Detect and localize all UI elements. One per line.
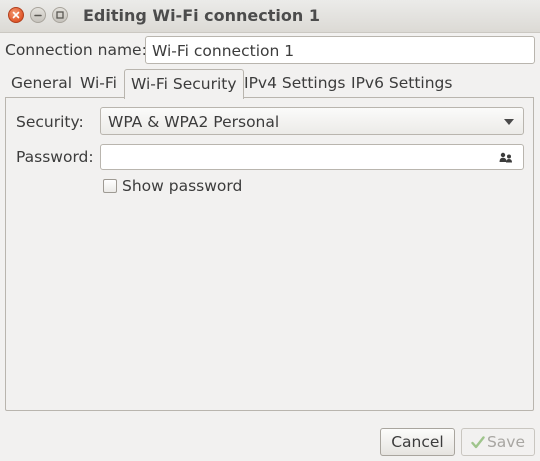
close-icon (12, 11, 20, 19)
connection-name-input[interactable]: Wi-Fi connection 1 (145, 36, 535, 64)
title-bar: Editing Wi-Fi connection 1 (0, 0, 540, 33)
security-selected-value: WPA & WPA2 Personal (108, 113, 280, 131)
window-title: Editing Wi-Fi connection 1 (83, 6, 320, 25)
tab-general[interactable]: General (5, 69, 78, 97)
tab-wifi-security[interactable]: Wi-Fi Security (124, 69, 244, 99)
minimize-button[interactable] (30, 7, 46, 23)
users-icon[interactable] (499, 152, 513, 163)
tab-ipv6-settings[interactable]: IPv6 Settings (345, 69, 458, 97)
password-label: Password: (16, 148, 94, 166)
password-input[interactable] (100, 144, 524, 170)
security-dropdown[interactable]: WPA & WPA2 Personal (100, 107, 524, 135)
save-button-label: Save (486, 433, 526, 451)
save-button[interactable]: Save (461, 428, 535, 456)
maximize-icon (56, 11, 64, 19)
tab-ipv4-settings[interactable]: IPv4 Settings (238, 69, 351, 97)
minimize-icon (34, 14, 42, 17)
chevron-down-icon (504, 119, 514, 125)
checkmark-icon (471, 436, 485, 449)
tab-wifi[interactable]: Wi-Fi (74, 69, 123, 97)
connection-name-label: Connection name: (5, 41, 147, 59)
show-password-label[interactable]: Show password (122, 177, 242, 195)
show-password-checkbox[interactable] (103, 179, 117, 193)
close-button[interactable] (8, 7, 24, 23)
maximize-button[interactable] (52, 7, 68, 23)
cancel-button[interactable]: Cancel (380, 428, 455, 456)
security-label: Security: (16, 113, 84, 131)
